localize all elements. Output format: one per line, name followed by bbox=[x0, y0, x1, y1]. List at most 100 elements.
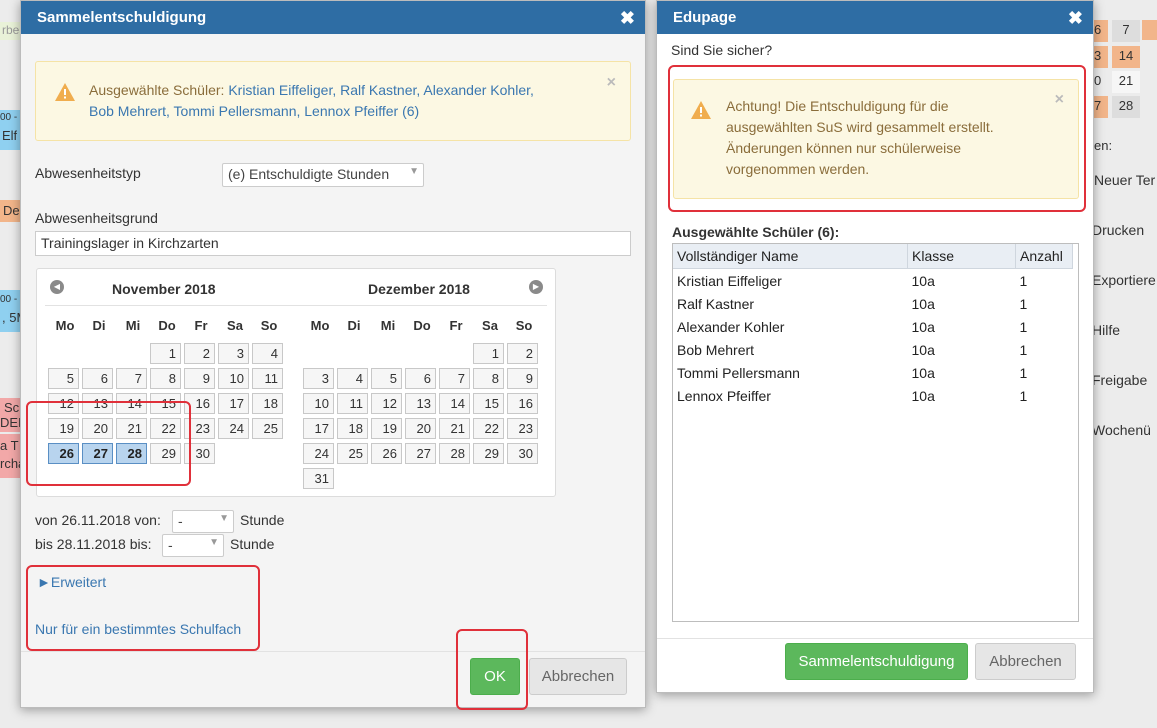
calendar-day-selected[interactable]: 28 bbox=[116, 443, 147, 464]
student-class-cell: 10a bbox=[911, 387, 935, 404]
calendar-day[interactable]: 11 bbox=[252, 368, 283, 389]
calendar-day[interactable]: 21 bbox=[439, 418, 470, 439]
calendar-day[interactable]: 30 bbox=[184, 443, 215, 464]
student-class-cell: 10a bbox=[911, 341, 935, 358]
next-month-icon[interactable]: ▶ bbox=[529, 280, 543, 294]
calendar-day[interactable]: 19 bbox=[48, 418, 79, 439]
close-icon[interactable]: ✖ bbox=[1068, 9, 1083, 27]
specific-subject-link[interactable]: Nur für ein bestimmtes Schulfach bbox=[35, 621, 241, 637]
bg-menu-item[interactable]: Hilfe bbox=[1092, 322, 1120, 338]
bg-menu-item[interactable]: Neuer Ter bbox=[1094, 172, 1157, 198]
calendar-day[interactable]: 1 bbox=[150, 343, 181, 364]
calendar-day[interactable]: 3 bbox=[303, 368, 334, 389]
calendar-day[interactable]: 16 bbox=[184, 393, 215, 414]
warning-icon bbox=[691, 101, 711, 119]
calendar-day[interactable]: 2 bbox=[184, 343, 215, 364]
calendar-day[interactable]: 24 bbox=[218, 418, 249, 439]
calendar-day[interactable]: 29 bbox=[473, 443, 504, 464]
calendar-day[interactable]: 24 bbox=[303, 443, 334, 464]
absence-reason-input[interactable]: Trainingslager in Kirchzarten bbox=[35, 231, 631, 256]
calendar-day[interactable]: 8 bbox=[150, 368, 181, 389]
calendar-day[interactable]: 25 bbox=[252, 418, 283, 439]
students-table-container[interactable]: Vollständiger Name Klasse Anzahl Kristia… bbox=[672, 243, 1079, 622]
bg-menu-item[interactable]: Drucken bbox=[1092, 222, 1144, 238]
bg-menu-item[interactable]: Freigabe bbox=[1092, 372, 1147, 388]
calendar-day[interactable]: 12 bbox=[48, 393, 79, 414]
dialog-header[interactable]: Sammelentschuldigung ✖ bbox=[21, 1, 645, 34]
calendar-day[interactable]: 15 bbox=[473, 393, 504, 414]
cancel-button[interactable]: Abbrechen bbox=[975, 643, 1076, 680]
previous-month-icon[interactable]: ◀ bbox=[50, 280, 64, 294]
calendar-day[interactable]: 4 bbox=[337, 368, 368, 389]
calendar-day[interactable]: 3 bbox=[218, 343, 249, 364]
calendar-day[interactable]: 6 bbox=[405, 368, 436, 389]
bg-menu-item[interactable]: Exportiere bbox=[1092, 272, 1157, 288]
from-hour-select[interactable]: - ▼ bbox=[172, 510, 234, 533]
close-icon[interactable]: ✖ bbox=[620, 9, 635, 27]
calendar-day[interactable]: 2 bbox=[507, 343, 538, 364]
calendar-day[interactable]: 13 bbox=[405, 393, 436, 414]
calendar-day[interactable]: 10 bbox=[303, 393, 334, 414]
calendar-day[interactable]: 5 bbox=[371, 368, 402, 389]
calendar-day[interactable]: 29 bbox=[150, 443, 181, 464]
calendar-day[interactable]: 25 bbox=[337, 443, 368, 464]
calendar-day[interactable]: 16 bbox=[507, 393, 538, 414]
table-row[interactable]: Alexander Kohler 10a 1 bbox=[673, 315, 1073, 338]
calendar-day[interactable]: 7 bbox=[116, 368, 147, 389]
calendar-day[interactable]: 9 bbox=[184, 368, 215, 389]
calendar-day[interactable]: 10 bbox=[218, 368, 249, 389]
table-row[interactable]: Tommi Pellersmann 10a 1 bbox=[673, 361, 1073, 384]
dialog-header[interactable]: Edupage ✖ bbox=[657, 1, 1093, 34]
calendar-day[interactable]: 11 bbox=[337, 393, 368, 414]
table-row[interactable]: Ralf Kastner 10a 1 bbox=[673, 292, 1073, 315]
table-row[interactable]: Bob Mehrert 10a 1 bbox=[673, 338, 1073, 361]
calendar-day[interactable]: 17 bbox=[218, 393, 249, 414]
calendar-day[interactable]: 23 bbox=[507, 418, 538, 439]
bg-menu-item[interactable]: Wochenü bbox=[1092, 422, 1157, 438]
calendar-day[interactable]: 5 bbox=[48, 368, 79, 389]
calendar-day[interactable]: 7 bbox=[439, 368, 470, 389]
calendar-day[interactable]: 14 bbox=[116, 393, 147, 414]
table-row[interactable]: Kristian Eiffeliger 10a 1 bbox=[673, 269, 1073, 293]
column-header-count[interactable]: Anzahl bbox=[1015, 244, 1073, 269]
cancel-button[interactable]: Abbrechen bbox=[529, 658, 627, 695]
calendar-day[interactable]: 12 bbox=[371, 393, 402, 414]
collective-excuse-button[interactable]: Sammelentschuldigung bbox=[785, 643, 968, 680]
to-hour-select[interactable]: - ▼ bbox=[162, 534, 224, 557]
calendar-day[interactable]: 18 bbox=[252, 393, 283, 414]
calendar-day[interactable]: 6 bbox=[82, 368, 113, 389]
calendar-day[interactable]: 17 bbox=[303, 418, 334, 439]
calendar-day[interactable]: 15 bbox=[150, 393, 181, 414]
calendar-day[interactable]: 20 bbox=[405, 418, 436, 439]
calendar-day[interactable]: 19 bbox=[371, 418, 402, 439]
calendar-day[interactable]: 1 bbox=[473, 343, 504, 364]
calendar-day[interactable]: 9 bbox=[507, 368, 538, 389]
calendar-day[interactable]: 13 bbox=[82, 393, 113, 414]
alert-close-icon[interactable]: × bbox=[607, 72, 616, 93]
calendar-day[interactable]: 22 bbox=[473, 418, 504, 439]
column-header-name[interactable]: Vollständiger Name bbox=[673, 244, 908, 269]
table-row[interactable]: Lennox Pfeiffer 10a 1 bbox=[673, 384, 1073, 407]
calendar-day[interactable]: 14 bbox=[439, 393, 470, 414]
alert-close-icon[interactable]: × bbox=[1055, 89, 1064, 110]
absence-type-select[interactable]: (e) Entschuldigte Stunden ▼ bbox=[222, 163, 424, 187]
calendar-day[interactable]: 20 bbox=[82, 418, 113, 439]
calendar-day[interactable]: 30 bbox=[507, 443, 538, 464]
calendar-day[interactable]: 28 bbox=[439, 443, 470, 464]
calendar-day[interactable]: 22 bbox=[150, 418, 181, 439]
calendar-day-selected[interactable]: 27 bbox=[82, 443, 113, 464]
calendar-day[interactable]: 26 bbox=[371, 443, 402, 464]
calendar-day[interactable]: 18 bbox=[337, 418, 368, 439]
calendar-day[interactable]: 4 bbox=[252, 343, 283, 364]
calendar-day[interactable]: 27 bbox=[405, 443, 436, 464]
calendar-day[interactable]: 23 bbox=[184, 418, 215, 439]
calendar-day[interactable]: 8 bbox=[473, 368, 504, 389]
calendar-day[interactable]: 21 bbox=[116, 418, 147, 439]
ok-button[interactable]: OK bbox=[470, 658, 520, 695]
calendar-day[interactable]: 31 bbox=[303, 468, 334, 489]
advanced-options-link[interactable]: ►Erweitert bbox=[37, 574, 106, 590]
bg-mini-cal-day: 3 bbox=[1094, 46, 1108, 68]
warning-text-line: Achtung! Die Entschuldigung für die bbox=[726, 98, 949, 114]
calendar-day-selected[interactable]: 26 bbox=[48, 443, 79, 464]
column-header-class[interactable]: Klasse bbox=[907, 244, 1016, 269]
